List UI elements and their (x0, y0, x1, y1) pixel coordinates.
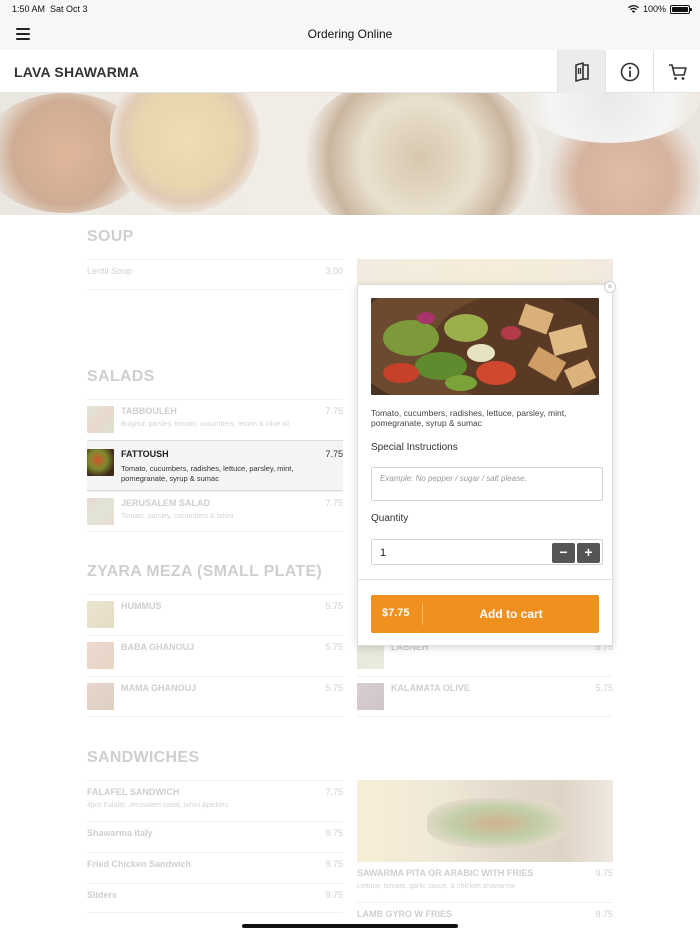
item-name: SAWARMA PITA OR ARABIC WITH FRIES (357, 868, 534, 878)
home-indicator (242, 924, 458, 928)
menu-item-hummus[interactable]: HUMMUS 5.75 (87, 594, 343, 635)
popup-divider (358, 579, 614, 580)
fattoush-photo (371, 298, 599, 395)
item-description: Tomato, parsley, cucumbers & tahini (121, 513, 234, 520)
item-description: Lettuce, tomato, garlic sauce, & chicken… (357, 883, 515, 890)
item-name: FATTOUSH (121, 449, 169, 459)
quantity-minus-button[interactable]: − (552, 543, 575, 563)
item-price: 3.00 (325, 266, 343, 276)
sandwich-category-image (357, 780, 613, 862)
quantity-label: Quantity (371, 513, 409, 524)
menu-item-sliders[interactable]: Sliders 9.75 (87, 883, 343, 913)
section-title-sandwiches: SANDWICHES (87, 749, 200, 766)
item-name: TABBOULEH (121, 406, 177, 416)
info-button[interactable] (605, 50, 653, 93)
item-thumbnail (87, 683, 114, 710)
menu-item-shawarma-italy[interactable]: Shawarma Italy 9.75 (87, 821, 343, 852)
menu-item-mama-ghanouj[interactable]: MAMA GHANOUJ 5.75 (87, 676, 343, 717)
menu-item-kalamata-olive[interactable]: KALAMATA OLIVE 5.75 (357, 676, 613, 717)
item-price: 5.75 (325, 601, 343, 611)
quantity-value[interactable]: 1 (380, 547, 386, 559)
wifi-icon (627, 5, 639, 13)
item-description: 4pcs Falafel, Jerusalem salad, tahini &p… (87, 802, 229, 809)
item-price: 9.75 (325, 828, 343, 838)
restaurant-header: LAVA SHAWARMA (0, 50, 700, 93)
item-thumbnail (357, 642, 384, 669)
item-price: 9.75 (325, 859, 343, 869)
item-description: Tomato, cucumbers, radishes, lettuce, pa… (121, 464, 294, 483)
menu-item-tabbouleh[interactable]: TABBOULEH Bulghur, parsley, tomato, cucu… (87, 399, 343, 440)
info-icon (620, 62, 639, 81)
item-thumbnail (87, 406, 114, 433)
soup-category-image (357, 259, 613, 285)
item-name: MAMA GHANOUJ (121, 683, 197, 693)
menu-book-icon (574, 61, 589, 82)
status-time: 1:50 AM (12, 4, 46, 14)
item-name: Sliders (87, 890, 118, 900)
item-price: 9.75 (595, 909, 613, 919)
menu-item-fried-chicken-sandwich[interactable]: Fried Chicken Sandwich 9.75 (87, 852, 343, 883)
item-name: Shawarma Italy (87, 828, 153, 838)
status-right: 100% (627, 4, 692, 14)
item-price: 5.75 (325, 683, 343, 693)
item-price: 5.75 (325, 642, 343, 652)
restaurant-name: LAVA SHAWARMA (14, 64, 140, 80)
menu-item-jerusalem-salad[interactable]: JERUSALEM SALAD Tomato, parsley, cucumbe… (87, 491, 343, 532)
item-thumbnail (87, 642, 114, 669)
item-price: 9.75 (325, 890, 343, 900)
item-name: Lentil Soup (87, 266, 133, 276)
item-name: LAMB GYRO W FRIES (357, 909, 452, 919)
item-thumbnail (357, 683, 384, 710)
item-name: BABA GHANOUJ (121, 642, 195, 652)
status-date: Sat Oct 3 (50, 4, 88, 14)
nav-bar: Ordering Online (0, 20, 700, 50)
section-title-soup: SOUP (87, 228, 134, 245)
quantity-stepper: 1 − + (371, 539, 603, 565)
nav-title: Ordering Online (307, 27, 393, 41)
add-to-cart-button[interactable]: $7.75 Add to cart (371, 595, 599, 633)
item-thumbnail (87, 601, 114, 628)
item-description: Tomato, cucumbers, radishes, lettuce, pa… (371, 408, 567, 428)
item-name: FALAFEL SANDWICH (87, 787, 180, 797)
menu-item-sawarma-pita[interactable]: SAWARMA PITA OR ARABIC WITH FRIES Lettuc… (357, 862, 613, 903)
item-price: 7.75 (325, 449, 343, 459)
add-to-cart-label: Add to cart (479, 607, 543, 621)
item-description: Bulghur, parsley, tomato, cucumbers, lem… (121, 421, 289, 428)
fattoush-photo-art (371, 298, 599, 395)
item-price: 7.75 (325, 787, 343, 797)
cart-button[interactable] (653, 50, 700, 93)
status-bar: 1:50 AM Sat Oct 3 100% (0, 0, 700, 20)
item-name: HUMMUS (121, 601, 162, 611)
battery-icon (670, 4, 692, 14)
menu-item-lamb-gyro[interactable]: LAMB GYRO W FRIES 9.75 (357, 902, 613, 924)
hero-banner-image (0, 93, 700, 215)
menu-item-lentil-soup[interactable]: Lentil Soup 3.00 (87, 259, 343, 290)
item-name: KALAMATA OLIVE (391, 683, 470, 693)
battery-percent: 100% (642, 4, 666, 14)
quantity-plus-button[interactable]: + (577, 543, 600, 563)
menu-item-falafel-sandwich[interactable]: FALAFEL SANDWICH 4pcs Falafel, Jerusalem… (87, 780, 343, 821)
item-price: 9.75 (595, 868, 613, 878)
item-thumbnail (87, 449, 114, 476)
menu-item-baba-ghanouj[interactable]: BABA GHANOUJ 5.75 (87, 635, 343, 676)
item-price: 7.75 (325, 406, 343, 416)
item-name: Fried Chicken Sandwich (87, 859, 192, 869)
item-name: JERUSALEM SALAD (121, 498, 211, 508)
close-icon[interactable]: × (604, 281, 616, 293)
item-detail-popup: × Tomato, cucumbers, radishes, lettuce, … (357, 281, 616, 646)
item-price: 5.75 (595, 683, 613, 693)
menu-item-fattoush[interactable]: FATTOUSH Tomato, cucumbers, radishes, le… (87, 440, 343, 491)
section-title-meza: ZYARA MEZA (SMALL PLATE) (87, 563, 323, 580)
special-instructions-label: Special Instructions (371, 442, 458, 453)
cart-price: $7.75 (382, 607, 410, 619)
menu-book-button[interactable] (557, 50, 605, 93)
item-price: 7.75 (325, 498, 343, 508)
item-thumbnail (87, 498, 114, 525)
special-instructions-input[interactable] (371, 467, 603, 501)
cart-icon (668, 63, 687, 80)
section-title-salads: SALADS (87, 368, 155, 385)
